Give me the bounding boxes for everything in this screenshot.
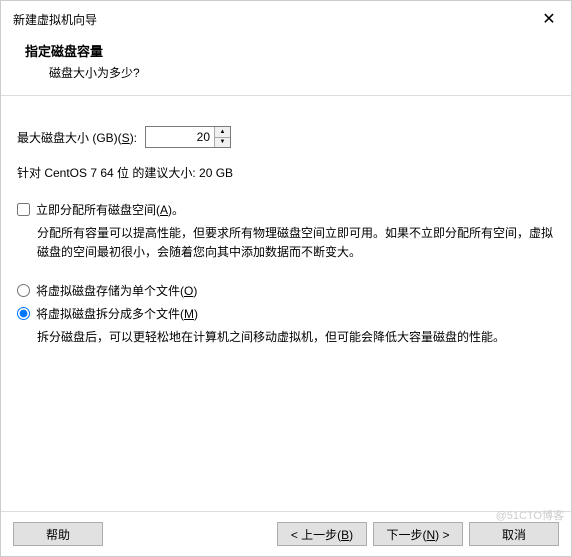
dialog-title: 新建虚拟机向导 bbox=[13, 11, 97, 28]
spinner-buttons: ▲ ▼ bbox=[214, 127, 230, 147]
split-file-label: 将虚拟磁盘拆分成多个文件(M) bbox=[36, 305, 198, 322]
footer-nav-buttons: < 上一步(B) 下一步(N) > 取消 bbox=[277, 522, 559, 546]
spinner-up-icon[interactable]: ▲ bbox=[215, 127, 230, 138]
single-file-radio[interactable] bbox=[17, 284, 30, 297]
help-button[interactable]: 帮助 bbox=[13, 522, 103, 546]
storage-radio-group: 将虚拟磁盘存储为单个文件(O) 将虚拟磁盘拆分成多个文件(M) 拆分磁盘后，可以… bbox=[17, 282, 555, 347]
next-button[interactable]: 下一步(N) > bbox=[373, 522, 463, 546]
disk-size-spinner: ▲ ▼ bbox=[145, 126, 231, 148]
allocate-now-description: 分配所有容量可以提高性能，但要求所有物理磁盘空间立即可用。如果不立即分配所有空间… bbox=[17, 224, 555, 262]
close-icon[interactable]: ✕ bbox=[539, 9, 559, 29]
single-file-label: 将虚拟磁盘存储为单个文件(O) bbox=[36, 282, 197, 299]
cancel-button[interactable]: 取消 bbox=[469, 522, 559, 546]
new-vm-wizard-dialog: 新建虚拟机向导 ✕ 指定磁盘容量 磁盘大小为多少? 最大磁盘大小 (GB)(S)… bbox=[0, 0, 572, 557]
split-file-row: 将虚拟磁盘拆分成多个文件(M) bbox=[17, 305, 555, 322]
wizard-footer: 帮助 < 上一步(B) 下一步(N) > 取消 bbox=[1, 511, 571, 556]
disk-size-label: 最大磁盘大小 (GB)(S): bbox=[17, 129, 137, 146]
wizard-header: 指定磁盘容量 磁盘大小为多少? bbox=[1, 33, 571, 95]
allocate-now-row: 立即分配所有磁盘空间(A)。 bbox=[17, 201, 555, 218]
back-button[interactable]: < 上一步(B) bbox=[277, 522, 367, 546]
page-subtitle: 磁盘大小为多少? bbox=[25, 64, 547, 81]
spinner-down-icon[interactable]: ▼ bbox=[215, 138, 230, 148]
allocate-now-checkbox[interactable] bbox=[17, 203, 30, 216]
wizard-content: 最大磁盘大小 (GB)(S): ▲ ▼ 针对 CentOS 7 64 位 的建议… bbox=[1, 96, 571, 511]
split-file-description: 拆分磁盘后，可以更轻松地在计算机之间移动虚拟机，但可能会降低大容量磁盘的性能。 bbox=[17, 328, 555, 347]
disk-size-row: 最大磁盘大小 (GB)(S): ▲ ▼ bbox=[17, 126, 555, 148]
allocate-now-label: 立即分配所有磁盘空间(A)。 bbox=[36, 201, 184, 218]
titlebar: 新建虚拟机向导 ✕ bbox=[1, 1, 571, 33]
split-file-radio[interactable] bbox=[17, 307, 30, 320]
recommended-size-text: 针对 CentOS 7 64 位 的建议大小: 20 GB bbox=[17, 164, 555, 181]
page-title: 指定磁盘容量 bbox=[25, 41, 547, 60]
single-file-row: 将虚拟磁盘存储为单个文件(O) bbox=[17, 282, 555, 299]
disk-size-input[interactable] bbox=[146, 127, 214, 147]
